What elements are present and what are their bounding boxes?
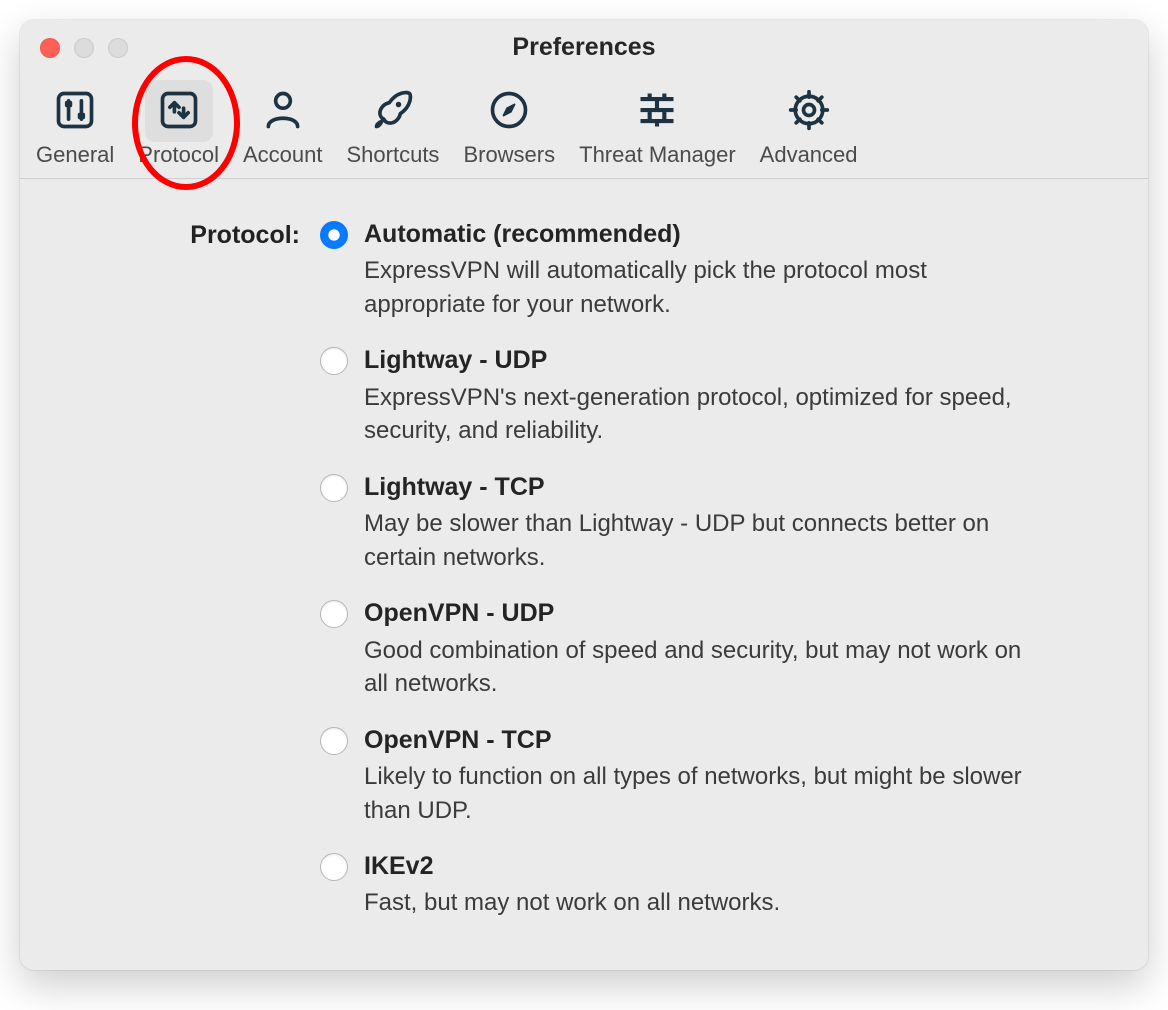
rocket-icon: [369, 86, 417, 134]
firewall-icon: [633, 86, 681, 134]
protocol-options: Automatic (recommended) ExpressVPN will …: [320, 219, 1044, 920]
option-title: Automatic (recommended): [364, 219, 1044, 250]
option-desc: ExpressVPN will automatically pick the p…: [364, 254, 1044, 321]
tab-account[interactable]: Account: [233, 80, 333, 178]
tab-label: Advanced: [760, 142, 858, 168]
option-desc: Good combination of speed and security, …: [364, 634, 1044, 701]
gear-icon: [785, 86, 833, 134]
radio-button[interactable]: [320, 347, 348, 375]
tab-browsers[interactable]: Browsers: [453, 80, 565, 178]
close-button[interactable]: [40, 38, 60, 58]
radio-button[interactable]: [320, 853, 348, 881]
option-title: OpenVPN - UDP: [364, 598, 1044, 629]
option-title: Lightway - TCP: [364, 472, 1044, 503]
option-ikev2[interactable]: IKEv2 Fast, but may not work on all netw…: [320, 851, 1044, 920]
option-title: OpenVPN - TCP: [364, 725, 1044, 756]
option-title: IKEv2: [364, 851, 780, 882]
radio-button[interactable]: [320, 221, 348, 249]
tab-label: Account: [243, 142, 323, 168]
preferences-window: Preferences General: [20, 20, 1148, 970]
tab-protocol[interactable]: Protocol: [128, 80, 229, 178]
option-desc: Fast, but may not work on all networks.: [364, 886, 780, 920]
radio-button[interactable]: [320, 600, 348, 628]
tab-shortcuts[interactable]: Shortcuts: [337, 80, 450, 178]
protocol-pane: Protocol: Automatic (recommended) Expres…: [20, 179, 1148, 970]
option-desc: ExpressVPN's next-generation protocol, o…: [364, 381, 1044, 448]
tab-label: General: [36, 142, 114, 168]
option-lightway-tcp[interactable]: Lightway - TCP May be slower than Lightw…: [320, 472, 1044, 574]
tab-label: Threat Manager: [579, 142, 736, 168]
sliders-icon: [51, 86, 99, 134]
option-lightway-udp[interactable]: Lightway - UDP ExpressVPN's next-generat…: [320, 345, 1044, 447]
preferences-toolbar: General Protocol Account: [20, 74, 1148, 179]
option-desc: May be slower than Lightway - UDP but co…: [364, 507, 1044, 574]
option-title: Lightway - UDP: [364, 345, 1044, 376]
tab-threat-manager[interactable]: Threat Manager: [569, 80, 746, 178]
window-title: Preferences: [512, 33, 655, 62]
option-automatic[interactable]: Automatic (recommended) ExpressVPN will …: [320, 219, 1044, 321]
option-desc: Likely to function on all types of netwo…: [364, 760, 1044, 827]
tab-label: Protocol: [138, 142, 219, 168]
compass-icon: [485, 86, 533, 134]
titlebar: Preferences: [20, 20, 1148, 74]
radio-button[interactable]: [320, 474, 348, 502]
option-openvpn-tcp[interactable]: OpenVPN - TCP Likely to function on all …: [320, 725, 1044, 827]
radio-button[interactable]: [320, 727, 348, 755]
tab-label: Shortcuts: [347, 142, 440, 168]
tab-label: Browsers: [463, 142, 555, 168]
tab-advanced[interactable]: Advanced: [750, 80, 868, 178]
minimize-button[interactable]: [74, 38, 94, 58]
maximize-button[interactable]: [108, 38, 128, 58]
option-openvpn-udp[interactable]: OpenVPN - UDP Good combination of speed …: [320, 598, 1044, 700]
window-controls: [40, 38, 128, 58]
protocol-icon: [155, 86, 203, 134]
person-icon: [259, 86, 307, 134]
section-label: Protocol:: [170, 219, 300, 250]
tab-general[interactable]: General: [26, 80, 124, 178]
